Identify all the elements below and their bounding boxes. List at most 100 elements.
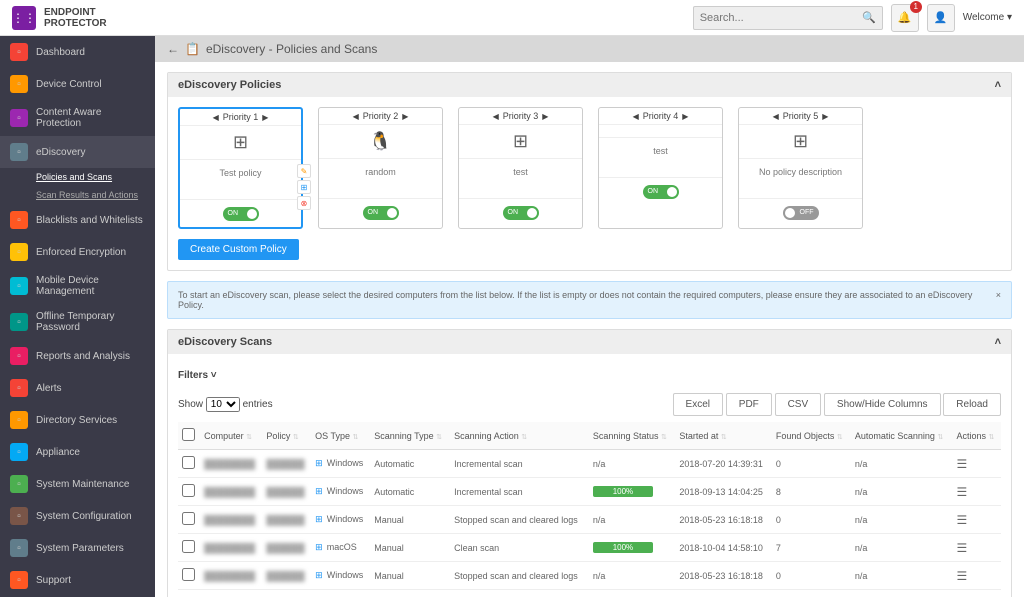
row-checkbox[interactable] xyxy=(182,568,195,581)
priority-left-icon[interactable]: ◀ xyxy=(349,112,363,121)
sidebar-item-reports-and-analysis[interactable]: ▫Reports and Analysis xyxy=(0,340,155,372)
policy-card[interactable]: ◀ Priority 3 ▶ ⊞ test ON xyxy=(458,107,583,229)
sidebar-item-support[interactable]: ▫Support xyxy=(0,564,155,596)
notifications-button[interactable]: 🔔 1 xyxy=(891,4,919,32)
os-type-icon: ⊞ xyxy=(315,458,323,468)
policy-cell: ██████ xyxy=(266,459,304,469)
policy-toggle[interactable]: OFF xyxy=(783,206,819,220)
sidebar-item-blacklists-and-whitelists[interactable]: ▫Blacklists and Whitelists xyxy=(0,204,155,236)
nav-icon: ▫ xyxy=(10,507,28,525)
priority-left-icon[interactable]: ◀ xyxy=(489,112,503,121)
policy-toggle[interactable]: ON xyxy=(363,206,399,220)
close-banner-icon[interactable]: × xyxy=(996,290,1001,310)
pdf-button[interactable]: PDF xyxy=(726,393,772,416)
create-policy-button[interactable]: Create Custom Policy xyxy=(178,239,299,260)
column-header[interactable]: OS Type ⇅ xyxy=(311,422,370,450)
sidebar-item-appliance[interactable]: ▫Appliance xyxy=(0,436,155,468)
edit-icon[interactable]: ✎ xyxy=(297,164,311,178)
policy-toggle[interactable]: ON xyxy=(223,207,259,221)
policy-card[interactable]: ◀ Priority 5 ▶ ⊞ No policy description O… xyxy=(738,107,863,229)
select-all-checkbox[interactable] xyxy=(182,428,195,441)
back-arrow-icon[interactable]: ← xyxy=(167,42,179,56)
list-icon: 📋 xyxy=(185,42,200,56)
row-actions-icon[interactable]: ☰ xyxy=(957,513,968,527)
sidebar-item-content-aware-protection[interactable]: ▫Content Aware Protection xyxy=(0,100,155,136)
sidebar-item-system-parameters[interactable]: ▫System Parameters xyxy=(0,532,155,564)
policy-card[interactable]: ◀ Priority 1 ▶ ⊞ Test policy ON ✎⊞⊗ xyxy=(178,107,303,229)
column-header[interactable]: Found Objects ⇅ xyxy=(772,422,851,450)
row-actions-icon[interactable]: ☰ xyxy=(957,485,968,499)
search-input[interactable] xyxy=(700,12,862,24)
columns-button[interactable]: Show/Hide Columns xyxy=(824,393,941,416)
sidebar-item-device-control[interactable]: ▫Device Control xyxy=(0,68,155,100)
sidebar-subitem[interactable]: Scan Results and Actions xyxy=(0,186,155,204)
entries-select[interactable]: 10 xyxy=(206,397,240,412)
started-cell: 2018-05-23 16:18:18 xyxy=(675,562,772,590)
column-header[interactable]: Scanning Type ⇅ xyxy=(370,422,450,450)
priority-right-icon[interactable]: ▶ xyxy=(398,112,412,121)
row-checkbox[interactable] xyxy=(182,540,195,553)
sidebar-item-offline-temporary-password[interactable]: ▫Offline Temporary Password xyxy=(0,304,155,340)
sidebar-item-ediscovery[interactable]: ▫eDiscovery xyxy=(0,136,155,168)
priority-right-icon[interactable]: ▶ xyxy=(538,112,552,121)
found-cell: 7 xyxy=(772,534,851,562)
delete-icon[interactable]: ⊗ xyxy=(297,196,311,210)
search-icon[interactable]: 🔍 xyxy=(862,11,876,24)
priority-left-icon[interactable]: ◀ xyxy=(209,113,223,122)
priority-right-icon[interactable]: ▶ xyxy=(818,112,832,121)
sidebar-item-mobile-device-management[interactable]: ▫Mobile Device Management xyxy=(0,268,155,304)
sidebar-item-dashboard[interactable]: ▫Dashboard xyxy=(0,36,155,68)
collapse-scans-icon[interactable]: ˄ xyxy=(995,336,1001,348)
auto-scan-cell: n/a xyxy=(851,562,953,590)
search-box[interactable]: 🔍 xyxy=(693,6,883,30)
os-cell: ⊞macOS xyxy=(311,534,370,562)
row-checkbox[interactable] xyxy=(182,512,195,525)
os-type-icon: ⊞ xyxy=(315,570,323,580)
filters-toggle[interactable]: Filters ˅ xyxy=(178,364,1001,387)
sidebar-item-alerts[interactable]: ▫Alerts xyxy=(0,372,155,404)
row-actions-icon[interactable]: ☰ xyxy=(957,541,968,555)
nav-icon: ▫ xyxy=(10,443,28,461)
copy-icon[interactable]: ⊞ xyxy=(297,180,311,194)
policy-toggle[interactable]: ON xyxy=(503,206,539,220)
computer-cell: ████████ xyxy=(204,515,255,525)
sidebar-subitem[interactable]: Policies and Scans xyxy=(0,168,155,186)
policy-card[interactable]: ◀ Priority 4 ▶ test ON xyxy=(598,107,723,229)
column-header[interactable]: Started at ⇅ xyxy=(675,422,772,450)
collapse-policies-icon[interactable]: ˄ xyxy=(995,79,1001,91)
column-header[interactable]: Scanning Status ⇅ xyxy=(589,422,675,450)
brand-logo: ⋮⋮ xyxy=(12,6,36,30)
priority-right-icon[interactable]: ▶ xyxy=(258,113,272,122)
column-header[interactable]: Actions ⇅ xyxy=(953,422,1001,450)
nav-label: System Maintenance xyxy=(36,479,129,490)
excel-button[interactable]: Excel xyxy=(673,393,723,416)
row-actions-icon[interactable]: ☰ xyxy=(957,569,968,583)
row-actions-icon[interactable]: ☰ xyxy=(957,457,968,471)
table-row: ████████ ██████ ⊞Windows Automatic Incre… xyxy=(178,478,1001,506)
reload-button[interactable]: Reload xyxy=(943,393,1001,416)
sidebar-item-directory-services[interactable]: ▫Directory Services xyxy=(0,404,155,436)
sidebar-item-enforced-encryption[interactable]: ▫Enforced Encryption xyxy=(0,236,155,268)
column-header[interactable]: Automatic Scanning ⇅ xyxy=(851,422,953,450)
sidebar-item-system-configuration[interactable]: ▫System Configuration xyxy=(0,500,155,532)
page-title: eDiscovery - Policies and Scans xyxy=(206,42,377,56)
policy-cell: ██████ xyxy=(266,543,304,553)
priority-left-icon[interactable]: ◀ xyxy=(629,112,643,121)
user-menu-button[interactable]: 👤 xyxy=(927,4,955,32)
os-cell: ⊞Windows xyxy=(311,478,370,506)
column-header[interactable]: Computer ⇅ xyxy=(200,422,262,450)
os-cell: ⊞Windows xyxy=(311,450,370,478)
priority-label: Priority 3 xyxy=(503,111,539,121)
row-checkbox[interactable] xyxy=(182,484,195,497)
column-header[interactable]: Policy ⇅ xyxy=(262,422,311,450)
priority-right-icon[interactable]: ▶ xyxy=(678,112,692,121)
sidebar-item-system-maintenance[interactable]: ▫System Maintenance xyxy=(0,468,155,500)
priority-left-icon[interactable]: ◀ xyxy=(769,112,783,121)
welcome-label[interactable]: Welcome ▾ xyxy=(963,12,1012,23)
table-row: ████████ ██████ ⊞Windows Manual Stopped … xyxy=(178,562,1001,590)
policy-toggle[interactable]: ON xyxy=(643,185,679,199)
column-header[interactable]: Scanning Action ⇅ xyxy=(450,422,589,450)
row-checkbox[interactable] xyxy=(182,456,195,469)
csv-button[interactable]: CSV xyxy=(775,393,822,416)
policy-card[interactable]: ◀ Priority 2 ▶ 🐧 random ON xyxy=(318,107,443,229)
